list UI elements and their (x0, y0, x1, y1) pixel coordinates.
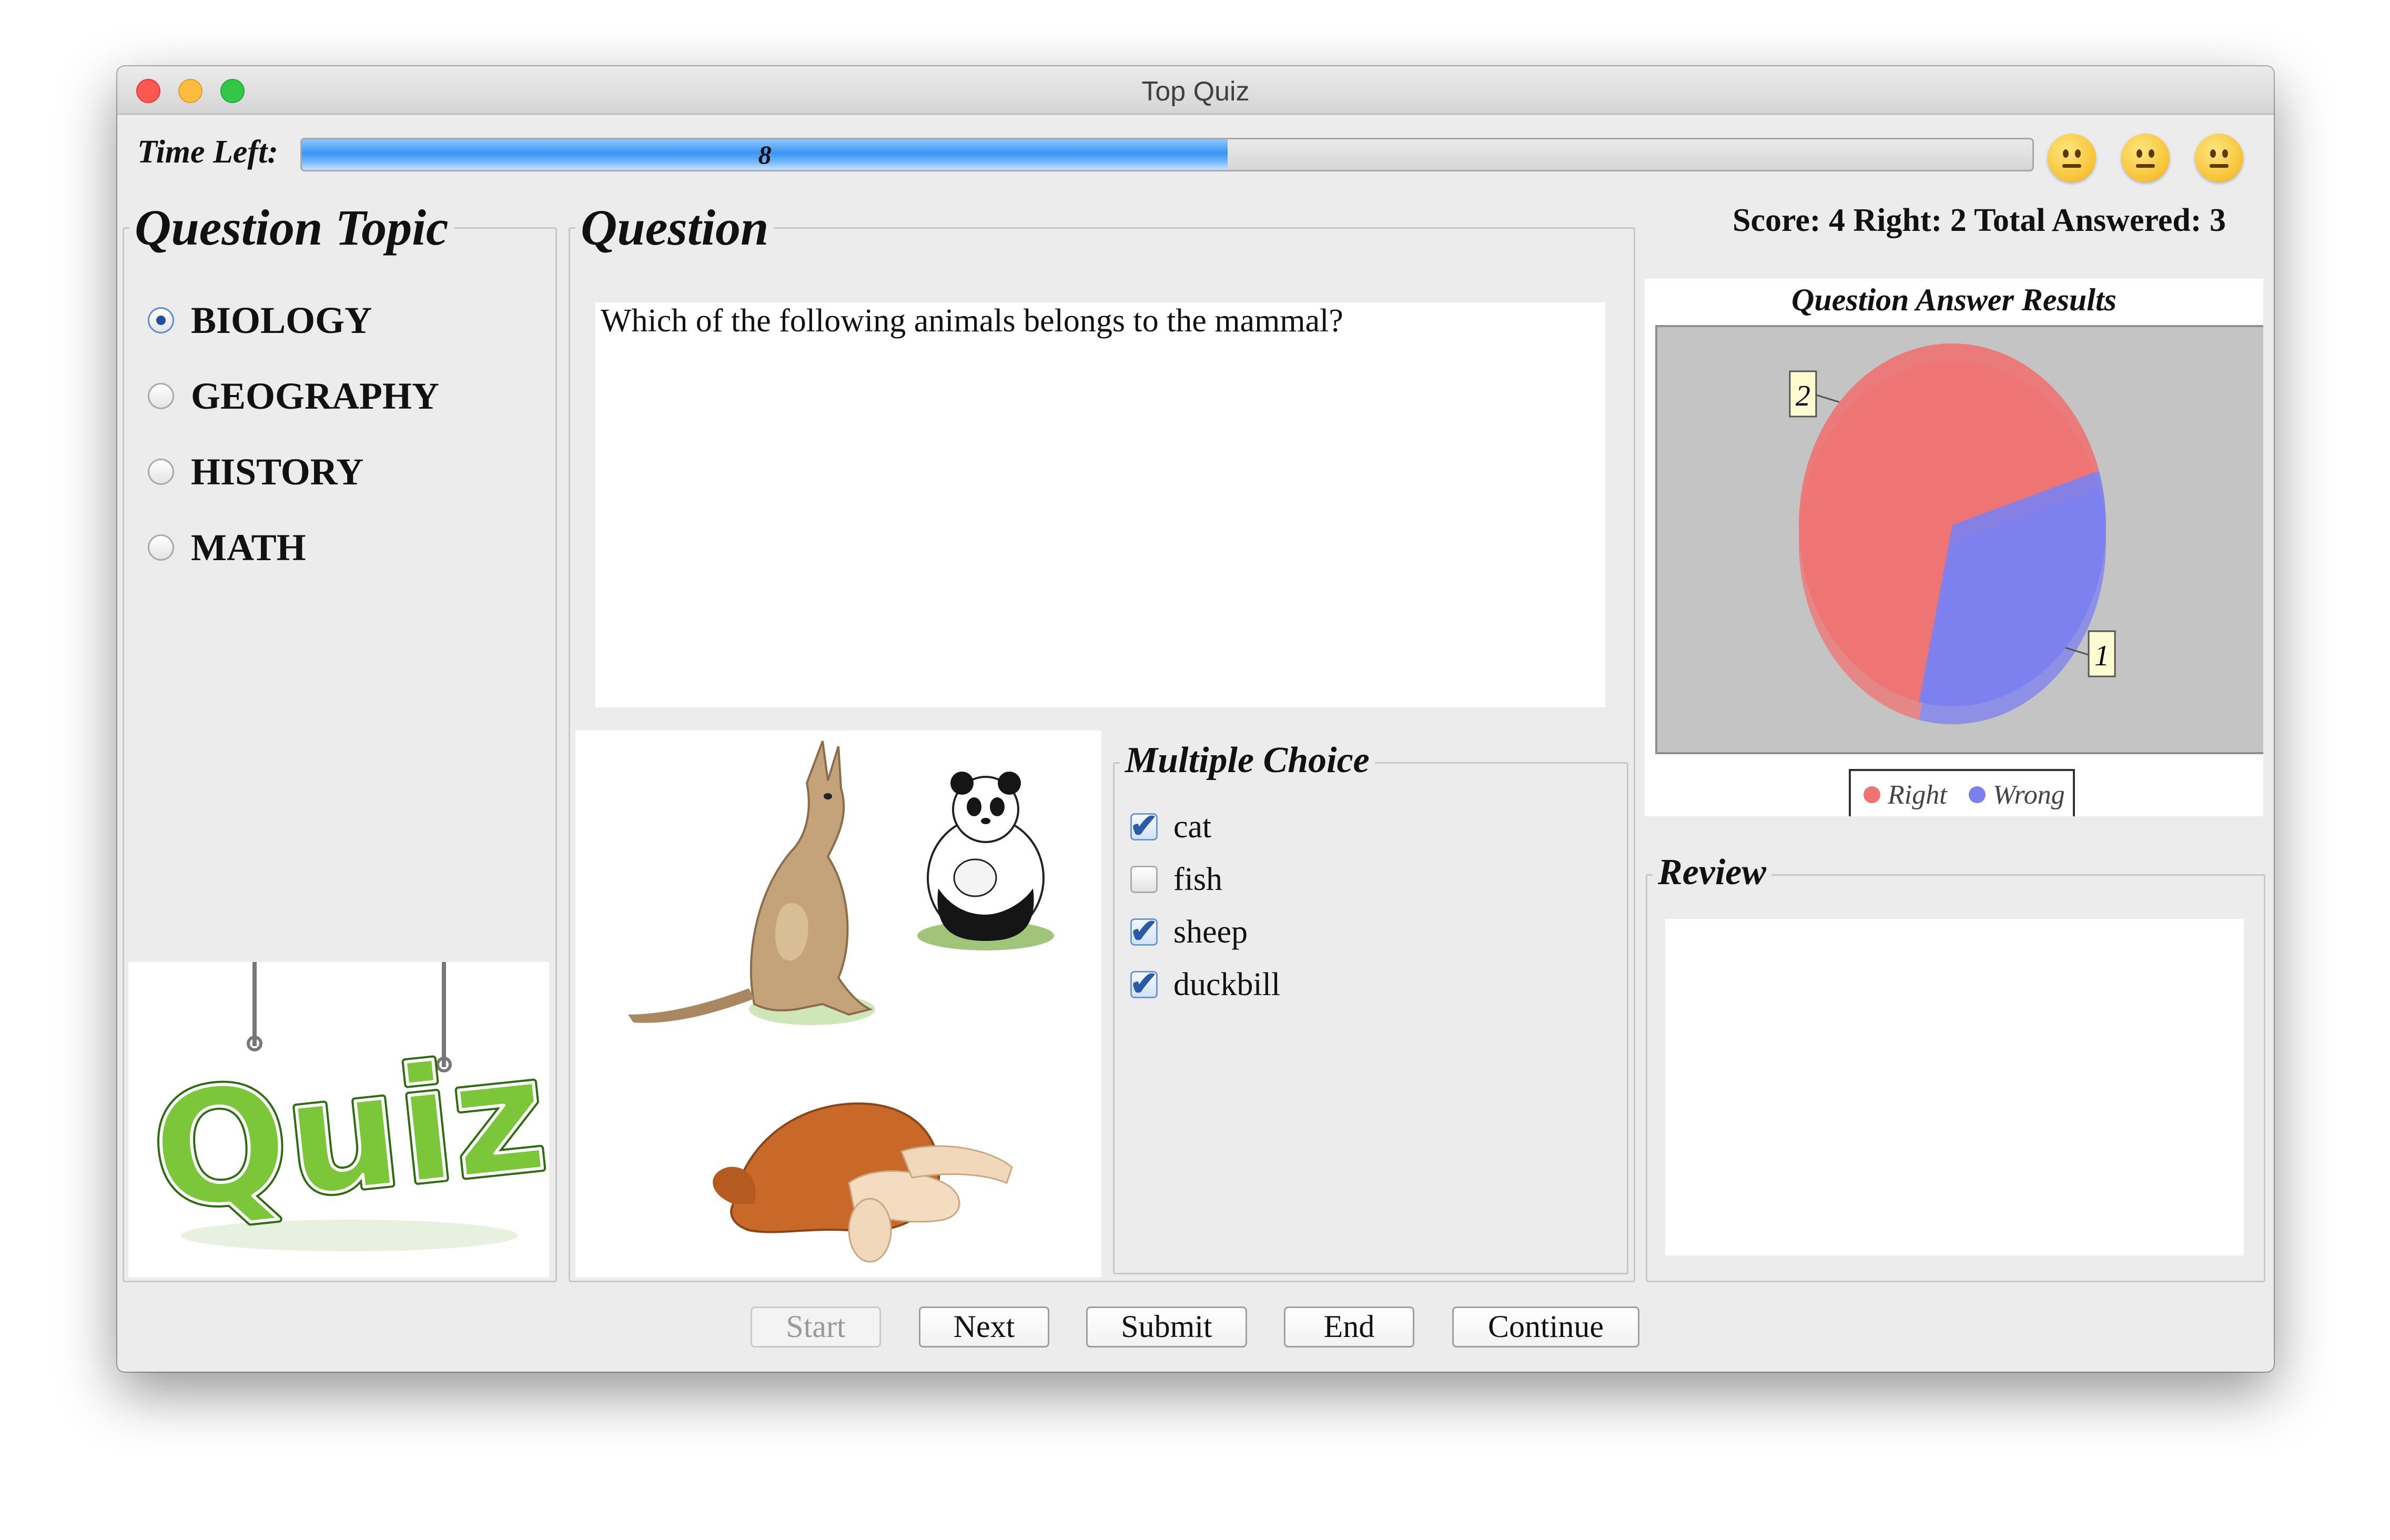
checkbox[interactable]: ✔ (1130, 967, 1158, 1001)
legend-label-wrong: Wrong (1993, 780, 2065, 810)
checkmark-icon: ✔ (1130, 913, 1158, 950)
results-pie-chart: Question Answer Results 2 1 Right Wrong (1655, 282, 2266, 820)
radio-button[interactable] (148, 534, 174, 561)
quiz-logo-text: Quiz (144, 1022, 549, 1245)
checkbox[interactable]: ✔ (1130, 809, 1158, 843)
kangaroo-image (628, 741, 875, 1025)
panda-image (917, 772, 1054, 950)
start-button[interactable]: Start (751, 1306, 881, 1348)
topic-option-geography[interactable]: GEOGRAPHY (148, 375, 439, 417)
choice-label: duckbill (1173, 966, 1281, 1002)
topic-label: GEOGRAPHY (191, 374, 440, 417)
choice-option-duckbill[interactable]: ✔ duckbill (1130, 964, 1280, 1006)
review-title: Review (1653, 852, 1772, 894)
quiz-logo: Quiz Quiz (128, 962, 558, 1278)
topic-option-math[interactable]: MATH (148, 526, 306, 569)
choice-label: sheep (1173, 914, 1248, 950)
continue-button[interactable]: Continue (1452, 1306, 1639, 1348)
time-progress-value: 8 (758, 140, 772, 169)
question-topic-panel: Question Topic BIOLOGY GEOGRAPHY HISTORY… (123, 198, 558, 1282)
topic-label: MATH (191, 526, 306, 569)
question-panel: Question Which of the following animals … (569, 198, 1635, 1282)
choice-label: fish (1173, 861, 1222, 897)
score-summary: Score: 4 Right: 2 Total Answered: 3 (1732, 202, 2226, 238)
time-left-label: Time Left: (137, 134, 278, 170)
submit-button[interactable]: Submit (1086, 1306, 1247, 1348)
review-panel: Review (1646, 852, 2265, 1282)
checkbox[interactable] (1130, 866, 1158, 893)
question-text-area[interactable]: Which of the following animals belongs t… (595, 302, 1605, 707)
checkbox[interactable]: ✔ (1130, 913, 1158, 950)
neutral-face-icon (2048, 134, 2096, 182)
app-window: Top Quiz Time Left: 8 Question Topic BIO… (117, 66, 2274, 1372)
next-button[interactable]: Next (919, 1306, 1049, 1348)
quiz-logo-graphic: Quiz Quiz (140, 962, 558, 1251)
legend-swatch-wrong (1969, 786, 1986, 803)
window-title: Top Quiz (1141, 76, 1250, 107)
question-text: Which of the following animals belongs t… (601, 303, 1343, 339)
topic-option-biology[interactable]: BIOLOGY (148, 299, 372, 341)
radio-button[interactable] (148, 307, 174, 333)
neutral-face-icon (2195, 134, 2243, 182)
legend-swatch-right (1864, 786, 1880, 803)
results-chart-panel: Question Answer Results 2 1 Right Wrong (1645, 279, 2266, 820)
choice-option-sheep[interactable]: ✔ sheep (1130, 911, 1248, 953)
radio-button[interactable] (148, 459, 174, 485)
topic-label: BIOLOGY (191, 299, 372, 341)
dog-with-puppies-image (713, 1102, 1013, 1263)
multiple-choice-group: Multiple Choice ✔ cat fish ✔ sheep ✔ duc… (1113, 739, 1628, 1274)
animal-illustration (628, 741, 1054, 1263)
question-topic-title: Question Topic (129, 198, 454, 257)
multiple-choice-title: Multiple Choice (1120, 739, 1375, 782)
topic-label: HISTORY (191, 450, 364, 493)
pie-value-label: 2 (1796, 380, 1810, 412)
checkmark-icon: ✔ (1130, 965, 1158, 1002)
time-progress-bar: 8 (300, 138, 2034, 171)
question-title: Question (575, 198, 774, 257)
title-bar: Top Quiz (117, 66, 2274, 115)
review-text-area[interactable] (1665, 919, 2244, 1255)
animal-images (575, 731, 1101, 1278)
choice-option-cat[interactable]: ✔ cat (1130, 806, 1211, 848)
checkmark-icon: ✔ (1130, 807, 1158, 845)
pie-value-label: 1 (2094, 640, 2109, 672)
topic-option-history[interactable]: HISTORY (148, 451, 363, 493)
chart-title: Question Answer Results (1791, 282, 2116, 317)
neutral-face-icon (2121, 134, 2170, 182)
radio-button[interactable] (148, 383, 174, 409)
choice-option-fish[interactable]: fish (1130, 858, 1222, 900)
choice-label: cat (1173, 808, 1212, 845)
legend-label-right: Right (1887, 780, 1948, 810)
end-button[interactable]: End (1284, 1306, 1414, 1348)
